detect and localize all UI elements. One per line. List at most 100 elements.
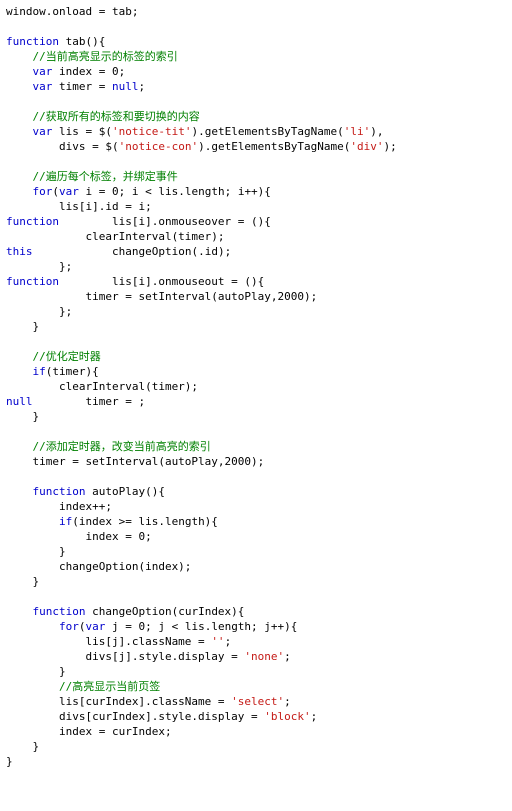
code-token: timer = xyxy=(52,80,112,93)
code-line[interactable]: divs = $('notice-con').getElementsByTagN… xyxy=(6,139,506,154)
code-line[interactable] xyxy=(6,469,506,484)
code-line[interactable] xyxy=(6,589,506,604)
code-line[interactable]: lis[i].id = i; xyxy=(6,199,506,214)
code-token: i = 0; i < lis.length; i++){ xyxy=(79,185,271,198)
code-line[interactable]: } xyxy=(6,319,506,334)
code-line[interactable]: } xyxy=(6,754,506,769)
code-token xyxy=(6,65,33,78)
code-token: } xyxy=(6,740,39,753)
code-editor[interactable]: window.onload = tab; function tab(){ //当… xyxy=(0,0,512,789)
code-line[interactable] xyxy=(6,334,506,349)
code-line[interactable]: timer = setInterval(autoPlay,2000); xyxy=(6,289,506,304)
code-line[interactable] xyxy=(6,19,506,34)
code-line[interactable]: //获取所有的标签和要切换的内容 xyxy=(6,109,506,124)
code-token: ; xyxy=(225,635,232,648)
global-token: window xyxy=(6,5,46,18)
code-line[interactable]: null timer = ; xyxy=(6,394,506,409)
code-token: divs = $( xyxy=(6,140,119,153)
code-token: lis[i].onmouseout = xyxy=(59,275,244,288)
code-line[interactable]: divs[curIndex].style.display = 'block'; xyxy=(6,709,506,724)
code-token: j = 0; j < lis.length; j++){ xyxy=(105,620,297,633)
code-line[interactable]: }; xyxy=(6,304,506,319)
code-line[interactable]: function autoPlay(){ xyxy=(6,484,506,499)
code-line[interactable]: //添加定时器，改变当前高亮的索引 xyxy=(6,439,506,454)
string-token: 'notice-con' xyxy=(119,140,198,153)
code-line[interactable]: if(index >= lis.length){ xyxy=(6,514,506,529)
code-line[interactable] xyxy=(6,94,506,109)
code-line[interactable]: } xyxy=(6,664,506,679)
code-token: } xyxy=(6,665,66,678)
code-token: changeOption(curIndex){ xyxy=(85,605,244,618)
code-token: divs[j].style.display = xyxy=(6,650,244,663)
keyword-token: var xyxy=(33,65,53,78)
code-token: index++; xyxy=(6,500,112,513)
code-line[interactable]: var timer = null; xyxy=(6,79,506,94)
code-token: }; xyxy=(6,260,72,273)
code-token: } xyxy=(6,410,39,423)
code-line[interactable]: timer = setInterval(autoPlay,2000); xyxy=(6,454,506,469)
code-line[interactable]: //遍历每个标签，并绑定事件 xyxy=(6,169,506,184)
code-token: changeOption(index); xyxy=(6,560,191,573)
code-line[interactable]: var lis = $('notice-tit').getElementsByT… xyxy=(6,124,506,139)
code-token: (){ xyxy=(251,215,271,228)
string-token: 'notice-tit' xyxy=(112,125,191,138)
keyword-token: function xyxy=(6,275,59,288)
code-line[interactable]: //当前高亮显示的标签的索引 xyxy=(6,49,506,64)
comment-token: //当前高亮显示的标签的索引 xyxy=(6,50,178,63)
code-line[interactable]: divs[j].style.display = 'none'; xyxy=(6,649,506,664)
code-token: .id); xyxy=(198,245,231,258)
code-line[interactable]: index = 0; xyxy=(6,529,506,544)
code-token xyxy=(6,605,33,618)
code-line[interactable]: if(timer){ xyxy=(6,364,506,379)
code-line[interactable]: lis[curIndex].className = 'select'; xyxy=(6,694,506,709)
code-line[interactable]: function lis[i].onmouseout = (){ xyxy=(6,274,506,289)
code-line[interactable]: clearInterval(timer); xyxy=(6,229,506,244)
code-token: lis[i].onmouseover = xyxy=(59,215,251,228)
code-line[interactable]: } xyxy=(6,409,506,424)
code-token: ; xyxy=(138,80,145,93)
comment-token: //高亮显示当前页签 xyxy=(6,680,160,693)
code-line[interactable]: //高亮显示当前页签 xyxy=(6,679,506,694)
code-line[interactable]: for(var i = 0; i < lis.length; i++){ xyxy=(6,184,506,199)
code-token: (index >= lis.length){ xyxy=(72,515,218,528)
string-token: 'select' xyxy=(231,695,284,708)
code-line[interactable]: function changeOption(curIndex){ xyxy=(6,604,506,619)
code-token: }; xyxy=(6,305,72,318)
code-token: ).getElementsByTagName( xyxy=(198,140,350,153)
code-line[interactable]: function lis[i].onmouseover = (){ xyxy=(6,214,506,229)
keyword-token: function xyxy=(33,605,86,618)
code-token: ( xyxy=(52,185,59,198)
code-token: ; xyxy=(284,695,291,708)
code-line[interactable]: changeOption(index); xyxy=(6,559,506,574)
code-line[interactable]: } xyxy=(6,574,506,589)
code-line[interactable]: }; xyxy=(6,259,506,274)
code-token: lis[j].className = xyxy=(6,635,211,648)
keyword-token: null xyxy=(112,80,139,93)
code-line[interactable]: var index = 0; xyxy=(6,64,506,79)
code-token: } xyxy=(6,755,13,768)
code-line[interactable] xyxy=(6,424,506,439)
code-line[interactable]: for(var j = 0; j < lis.length; j++){ xyxy=(6,619,506,634)
code-line[interactable]: function tab(){ xyxy=(6,34,506,49)
keyword-token: null xyxy=(6,395,33,408)
string-token: 'div' xyxy=(350,140,383,153)
code-token: divs[curIndex].style.display = xyxy=(6,710,264,723)
code-line[interactable]: //优化定时器 xyxy=(6,349,506,364)
code-line[interactable]: clearInterval(timer); xyxy=(6,379,506,394)
code-line[interactable]: } xyxy=(6,739,506,754)
keyword-token: if xyxy=(59,515,72,528)
code-line[interactable] xyxy=(6,154,506,169)
code-line[interactable]: window.onload = tab; xyxy=(6,4,506,19)
code-token: ; xyxy=(138,395,145,408)
keyword-token: for xyxy=(33,185,53,198)
code-line[interactable]: index++; xyxy=(6,499,506,514)
code-token: } xyxy=(6,320,39,333)
code-line[interactable]: this changeOption(.id); xyxy=(6,244,506,259)
code-token: index = curIndex; xyxy=(6,725,172,738)
code-token: clearInterval(timer); xyxy=(6,230,225,243)
code-line[interactable]: lis[j].className = ''; xyxy=(6,634,506,649)
keyword-token: function xyxy=(6,35,59,48)
code-line[interactable]: } xyxy=(6,544,506,559)
code-line[interactable]: index = curIndex; xyxy=(6,724,506,739)
code-token: changeOption( xyxy=(33,245,199,258)
